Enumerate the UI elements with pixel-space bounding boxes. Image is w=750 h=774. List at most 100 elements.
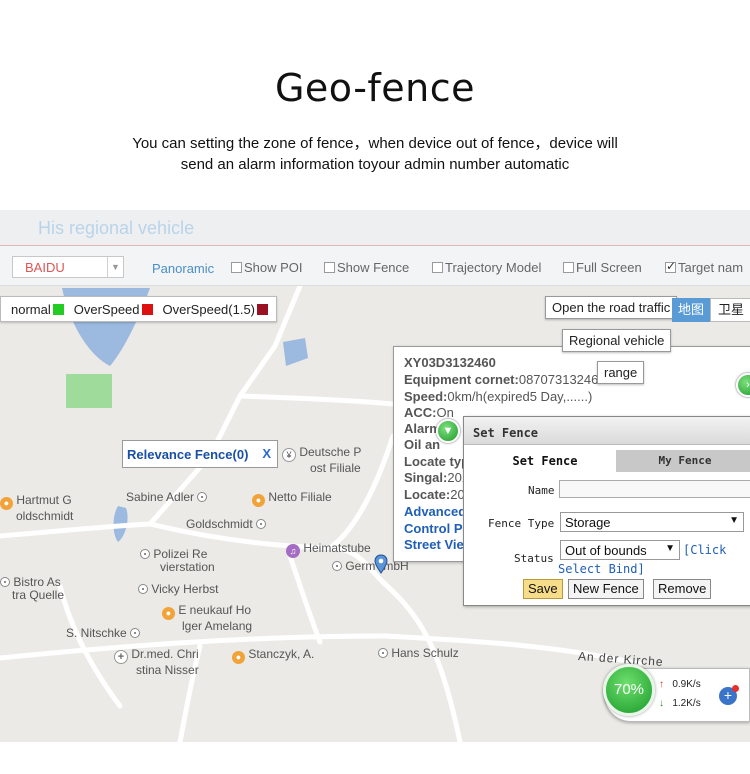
medical-cross-icon: + <box>114 650 128 664</box>
poi-drmed[interactable]: + Dr.med. Chri stina Nisser <box>114 648 199 677</box>
set-fence-dialog-title: Set Fence <box>464 417 750 445</box>
poi-dot-icon <box>197 492 208 502</box>
description-line-2: send an alarm information toyour admin n… <box>180 156 570 173</box>
poi-nitschke[interactable]: S. Nitschke <box>66 627 141 640</box>
poi-dot-icon <box>130 628 141 638</box>
status-label: Status <box>514 552 554 565</box>
memory-usage-ball[interactable]: 70% <box>603 664 655 716</box>
select-bind-link[interactable]: Select Bind] <box>558 562 645 576</box>
vehicle-marker-icon[interactable] <box>374 554 388 574</box>
signal-row: Singal:201 <box>404 470 470 485</box>
poi-dot-icon <box>378 648 388 658</box>
upload-speed: ↑ 0.9K/s <box>659 679 701 690</box>
poi-hartmut[interactable]: ● Hartmut Goldschmidt <box>0 494 73 523</box>
app-window: His regional vehicle BAIDU ▼ Panoramic S… <box>0 210 750 742</box>
panoramic-link[interactable]: Panoramic <box>152 261 214 276</box>
poi-dot-icon <box>140 549 150 559</box>
poi-hans[interactable]: Hans Schulz <box>378 647 459 660</box>
trajectory-model-checkbox[interactable]: Trajectory Model <box>432 260 541 275</box>
speed-legend: normal OverSpeed OverSpeed(1.5) <box>0 296 278 322</box>
checkbox-box[interactable] <box>563 262 574 273</box>
relevance-fence-panel: Relevance Fence(0) X <box>122 440 278 468</box>
tab-my-fence[interactable]: My Fence <box>616 450 750 472</box>
legend-overspeed15-swatch <box>257 304 269 315</box>
poi-dot-icon <box>138 584 148 594</box>
chevron-down-icon[interactable]: ▼ <box>665 543 675 554</box>
status-value: Out of bounds <box>565 543 647 558</box>
poi-sabine[interactable]: Sabine Adler <box>126 491 208 504</box>
relevance-fence-label[interactable]: Relevance Fence(0) <box>127 447 248 462</box>
speed-row: Speed:0km/h(expired5 Day,......) <box>404 389 593 404</box>
music-icon: ♫ <box>286 544 300 558</box>
page-description: You can setting the zone of fence，when d… <box>60 133 690 175</box>
poi-goldschmidt[interactable]: Goldschmidt <box>186 518 267 531</box>
poi-polizei[interactable]: Polizei Re vierstation <box>140 548 215 574</box>
new-fence-button[interactable]: New Fence <box>568 579 644 599</box>
fence-type-value: Storage <box>565 515 611 530</box>
fence-type-select[interactable]: Storage ▼ <box>560 512 744 532</box>
show-fence-checkbox[interactable]: Show Fence <box>324 260 409 275</box>
tab-set-fence[interactable]: Set Fence <box>474 450 616 472</box>
set-fence-dialog: Set Fence Set Fence My Fence Name Fence … <box>463 416 750 606</box>
poi-bistro[interactable]: Bistro As tra Quelle <box>0 576 64 602</box>
legend-normal-swatch <box>52 304 64 315</box>
map-type-satellite-button[interactable]: 卫星 <box>710 298 750 322</box>
map-provider-value: BAIDU <box>25 260 65 275</box>
remove-button[interactable]: Remove <box>653 579 712 599</box>
range-button[interactable]: range <box>597 361 645 384</box>
plus-icon[interactable]: + <box>719 685 739 705</box>
equipment-row: Equipment cornet:087073132460 <box>404 372 606 387</box>
click-link[interactable]: [Click <box>683 543 726 557</box>
chevron-down-icon[interactable]: ▼ <box>729 515 739 526</box>
app-title: His regional vehicle <box>38 218 195 238</box>
chevron-down-icon[interactable]: ▼ <box>107 257 123 277</box>
collapse-chevron-icon[interactable]: ▼ <box>436 419 460 443</box>
map-type-map-button[interactable]: 地图 <box>672 298 710 322</box>
status-select[interactable]: Out of bounds ▼ <box>560 540 680 560</box>
open-road-traffic-button[interactable]: Open the road traffic <box>545 296 678 319</box>
save-button[interactable]: Save <box>523 579 563 599</box>
locate-row: Locate:20 <box>404 487 465 502</box>
poi-dot-icon <box>332 561 342 571</box>
poi-vicky[interactable]: Vicky Herbst <box>138 583 218 596</box>
checkbox-box-checked[interactable] <box>665 259 676 273</box>
poi-dot-icon <box>256 519 267 529</box>
control-panel-link[interactable]: Control Pa <box>404 521 470 536</box>
arrow-up-icon: ↑ <box>659 679 664 690</box>
page-title: Geo-fence <box>274 66 476 110</box>
map-type-switch: 地图 卫星 <box>672 298 750 322</box>
poi-netto[interactable]: ● Netto Filiale <box>252 491 332 507</box>
description-line-1: You can setting the zone of fence，when d… <box>132 135 618 152</box>
target-name-checkbox[interactable]: Target nam <box>665 259 743 275</box>
oil-row: Oil an <box>404 437 441 452</box>
regional-vehicle-button[interactable]: Regional vehicle <box>562 329 672 352</box>
locate-type-row: Locate typ <box>404 454 470 469</box>
acc-row: ACC:On <box>404 405 454 420</box>
poi-stanczyk[interactable]: ● Stanczyk, A. <box>232 648 314 664</box>
map-canvas[interactable]: normal OverSpeed OverSpeed(1.5) Open the r… <box>0 286 750 742</box>
poi-deutsche-post[interactable]: ¥ Deutsche Post Filiale <box>282 446 361 475</box>
fence-name-input[interactable] <box>559 480 750 498</box>
checkbox-box[interactable] <box>432 262 443 273</box>
legend-normal-label: normal <box>11 302 51 317</box>
device-id: XY03D3132460 <box>404 355 496 370</box>
map-provider-select[interactable]: BAIDU ▼ <box>12 256 124 278</box>
poi-heimatstube[interactable]: ♫ Heimatstube <box>286 542 371 558</box>
checkbox-box[interactable] <box>324 262 335 273</box>
street-view-link[interactable]: Street Vie <box>404 537 464 552</box>
download-speed: ↓ 1.2K/s <box>659 698 701 709</box>
fence-type-label: Fence Type <box>488 517 555 530</box>
map-toolbar: BAIDU ▼ Panoramic Show POI Show Fence Tr… <box>0 246 750 286</box>
advanced-link[interactable]: Advanced <box>404 504 466 519</box>
poi-dot-icon <box>0 577 10 587</box>
name-label: Name <box>528 484 555 497</box>
close-icon[interactable]: X <box>262 446 271 461</box>
full-screen-checkbox[interactable]: Full Screen <box>563 260 642 275</box>
poi-eneukauf[interactable]: ● E neukauf Ho lger Amelang <box>162 604 252 633</box>
legend-overspeed-label: OverSpeed <box>73 302 140 317</box>
shop-icon: ● <box>232 651 245 664</box>
checkbox-box[interactable] <box>231 262 242 273</box>
show-poi-checkbox[interactable]: Show POI <box>231 260 303 275</box>
shop-icon: ● <box>252 494 265 507</box>
network-speed-widget[interactable]: 70% ↑ 0.9K/s ↓ 1.2K/s + <box>603 664 750 722</box>
